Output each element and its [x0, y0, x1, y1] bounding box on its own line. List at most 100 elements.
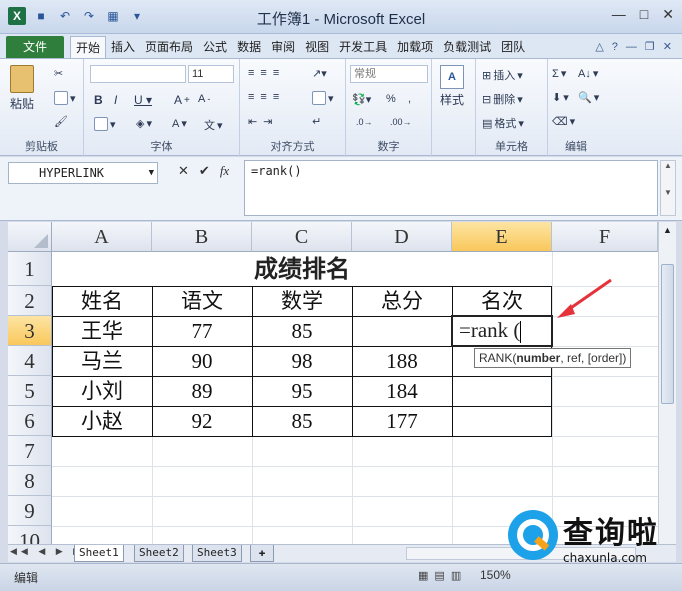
cut-button[interactable]: ✂: [54, 67, 63, 80]
format-cells-button[interactable]: ▤ 格式 ▾: [482, 115, 524, 131]
sheet-title-cell[interactable]: 成绩排名: [52, 252, 552, 286]
maximize-icon[interactable]: □: [640, 6, 648, 23]
phonetic-button[interactable]: 文 ▾: [204, 117, 223, 133]
row-header-6[interactable]: 6: [8, 406, 52, 436]
tab-insert[interactable]: 插入: [106, 36, 140, 58]
scroll-thumb[interactable]: [661, 264, 674, 404]
sheet-tab-1[interactable]: Sheet1: [74, 545, 124, 562]
cell-b6[interactable]: 92: [152, 406, 252, 436]
row-header-4[interactable]: 4: [8, 346, 52, 376]
wb-minimize-icon[interactable]: —: [626, 36, 637, 58]
shrink-font-button[interactable]: A-: [198, 93, 210, 105]
row-header-7[interactable]: 7: [8, 436, 52, 466]
horizontal-align-buttons[interactable]: ≡≡≡: [248, 91, 285, 103]
tab-home[interactable]: 开始: [70, 36, 107, 58]
cell-b4[interactable]: 90: [152, 346, 252, 376]
minimize-ribbon-icon[interactable]: △: [595, 36, 603, 58]
cell-d3[interactable]: [352, 316, 452, 346]
tab-data[interactable]: 数据: [232, 36, 266, 58]
cancel-icon[interactable]: ✕: [178, 163, 189, 179]
cell-a5[interactable]: 小刘: [52, 376, 152, 406]
function-tooltip[interactable]: RANK(number, ref, [order]): [474, 348, 632, 368]
fill-button[interactable]: ⬇ ▾: [552, 91, 569, 104]
enter-icon[interactable]: ✔: [199, 163, 210, 179]
row-header-5[interactable]: 5: [8, 376, 52, 406]
row-header-10[interactable]: 10: [8, 526, 52, 544]
tab-file[interactable]: 文件: [6, 36, 64, 58]
tab-load-test[interactable]: 负载测试: [438, 36, 496, 58]
vertical-scrollbar[interactable]: ▲: [658, 222, 676, 544]
tab-view[interactable]: 视图: [300, 36, 334, 58]
increase-decimal-button[interactable]: .0→: [356, 117, 373, 127]
cell-d4[interactable]: 188: [352, 346, 452, 376]
tab-developer[interactable]: 开发工具: [334, 36, 392, 58]
cell-c6[interactable]: 85: [252, 406, 352, 436]
close-icon[interactable]: ✕: [662, 6, 674, 23]
copy-button[interactable]: ▾: [54, 91, 76, 105]
row-header-2[interactable]: 2: [8, 286, 52, 316]
sheet-tab-2[interactable]: Sheet2: [134, 545, 184, 562]
tab-addins[interactable]: 加载项: [392, 36, 438, 58]
cell-c4[interactable]: 98: [252, 346, 352, 376]
worksheet-grid[interactable]: A B C D E F 1 2 3 4 5 6 7 8 9 10 成绩排名 姓名…: [8, 222, 658, 544]
column-header-e[interactable]: E: [452, 222, 552, 252]
cell-b5[interactable]: 89: [152, 376, 252, 406]
decrease-decimal-button[interactable]: .00→: [390, 117, 412, 127]
select-all-button[interactable]: [8, 222, 52, 252]
cell-c3[interactable]: 85: [252, 316, 352, 346]
find-select-button[interactable]: 🔍 ▾: [578, 91, 599, 104]
cell-c2[interactable]: 数学: [252, 286, 352, 316]
paste-button[interactable]: 粘贴: [10, 65, 34, 112]
delete-cells-button[interactable]: ⊟ 删除 ▾: [482, 91, 523, 107]
name-box[interactable]: HYPERLINK ▼: [8, 162, 158, 184]
font-size-combo[interactable]: 11: [188, 65, 234, 83]
wb-close-icon[interactable]: ✕: [663, 36, 672, 58]
fill-color-button[interactable]: ◈ ▾: [136, 117, 152, 130]
page-layout-view-icon[interactable]: ▤: [434, 569, 444, 582]
font-color-button[interactable]: A ▾: [172, 117, 187, 131]
autosum-button[interactable]: Σ ▾: [552, 67, 566, 81]
active-cell-e3[interactable]: =rank (: [451, 315, 553, 347]
borders-button[interactable]: ▾: [94, 117, 116, 131]
italic-button[interactable]: I: [114, 93, 117, 107]
minimize-icon[interactable]: —: [612, 6, 626, 23]
clear-button[interactable]: ⌫ ▾: [552, 115, 575, 128]
font-name-combo[interactable]: [90, 65, 186, 83]
merge-button[interactable]: ▾: [312, 91, 334, 105]
page-break-view-icon[interactable]: ▥: [451, 569, 461, 582]
insert-function-icon[interactable]: fx: [220, 163, 229, 179]
cell-e2[interactable]: 名次: [452, 286, 552, 316]
scroll-up-icon[interactable]: ▲: [659, 222, 676, 235]
row-header-9[interactable]: 9: [8, 496, 52, 526]
cell-a6[interactable]: 小赵: [52, 406, 152, 436]
row-header-8[interactable]: 8: [8, 466, 52, 496]
cell-b2[interactable]: 语文: [152, 286, 252, 316]
sort-filter-button[interactable]: A↓ ▾: [578, 67, 598, 81]
row-header-3[interactable]: 3: [8, 316, 52, 346]
cell-d2[interactable]: 总分: [352, 286, 452, 316]
cell-c5[interactable]: 95: [252, 376, 352, 406]
tab-page-layout[interactable]: 页面布局: [140, 36, 198, 58]
tab-formulas[interactable]: 公式: [198, 36, 232, 58]
comma-button[interactable]: ,: [408, 93, 411, 105]
orientation-button[interactable]: ↗▾: [312, 67, 327, 80]
cell-a2[interactable]: 姓名: [52, 286, 152, 316]
wrap-text-button[interactable]: ↵: [312, 115, 321, 128]
insert-cells-button[interactable]: ⊞ 插入 ▾: [482, 67, 523, 83]
currency-button[interactable]: 💱▾: [352, 93, 371, 106]
column-header-b[interactable]: B: [152, 222, 252, 252]
row-header-1[interactable]: 1: [8, 252, 52, 286]
format-painter-button[interactable]: 🖌: [54, 115, 68, 128]
bold-button[interactable]: B: [94, 93, 103, 107]
help-icon[interactable]: ?: [612, 36, 618, 58]
indent-buttons[interactable]: ⇤⇥: [248, 115, 278, 128]
column-header-d[interactable]: D: [352, 222, 452, 252]
normal-view-icon[interactable]: ▦: [418, 569, 428, 582]
vertical-align-buttons[interactable]: ≡≡≡: [248, 67, 285, 79]
cell-a4[interactable]: 马兰: [52, 346, 152, 376]
wb-restore-icon[interactable]: ❐: [645, 36, 655, 58]
new-sheet-icon[interactable]: ✚: [250, 545, 274, 562]
underline-button[interactable]: U ▾: [134, 93, 152, 107]
column-header-f[interactable]: F: [552, 222, 658, 252]
tab-review[interactable]: 审阅: [266, 36, 300, 58]
